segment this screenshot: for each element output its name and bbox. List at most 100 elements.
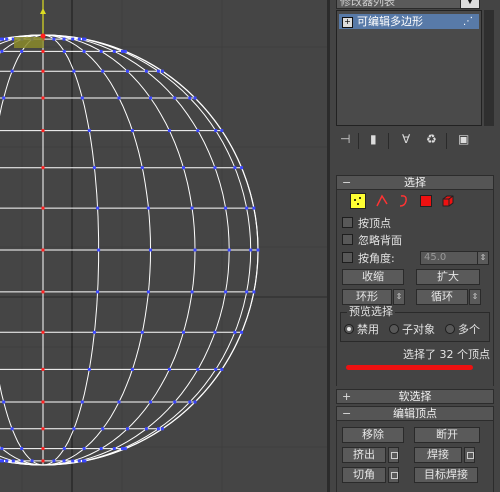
- vertex-point: [10, 69, 14, 73]
- shrink-button[interactable]: 收缩: [342, 269, 404, 285]
- polygon-mode-icon[interactable]: [420, 195, 432, 207]
- by-angle-label: 按角度:: [358, 252, 395, 265]
- vertex-point: [112, 49, 116, 53]
- vertex-point: [123, 447, 127, 451]
- weld-button[interactable]: 焊接: [414, 447, 462, 463]
- vertex-point: [62, 37, 66, 41]
- edge-mode-icon[interactable]: [374, 193, 390, 209]
- preview-off-radio[interactable]: [344, 324, 354, 334]
- element-mode-icon[interactable]: [440, 193, 456, 209]
- vertex-point: [227, 248, 231, 252]
- remove-modifier-icon[interactable]: ♻: [426, 132, 437, 146]
- edit-vertices-rollout-header[interactable]: − 编辑顶点: [336, 406, 494, 421]
- break-button[interactable]: 断开: [414, 427, 480, 443]
- remove-button[interactable]: 移除: [342, 427, 404, 443]
- chamfer-button[interactable]: 切角: [342, 467, 386, 483]
- vertex-point: [92, 166, 96, 170]
- by-angle-option[interactable]: 按角度:: [342, 252, 395, 266]
- vertex-point: [82, 447, 86, 451]
- soft-selection-title: 软选择: [398, 390, 432, 403]
- vertex-point: [213, 166, 217, 170]
- vertex-point: [77, 37, 81, 41]
- extrude-settings-icon[interactable]: [388, 447, 399, 463]
- preview-subobject-option[interactable]: 子对象: [389, 323, 435, 337]
- ring-spinner-icon[interactable]: ⇕: [393, 289, 405, 305]
- vertex-point: [83, 459, 87, 463]
- ignore-backfacing-option[interactable]: 忽略背面: [342, 234, 402, 248]
- vertex-point: [196, 129, 200, 133]
- vertex-point: [144, 69, 148, 73]
- pin-stack-icon[interactable]: ⊣: [340, 132, 350, 146]
- extrude-button[interactable]: 挤出: [342, 447, 386, 463]
- vertex-point: [41, 427, 45, 431]
- vertex-point: [149, 248, 152, 252]
- viewport[interactable]: [0, 0, 327, 492]
- vertex-point: [101, 69, 105, 73]
- loop-spinner-icon[interactable]: ⇕: [469, 289, 481, 305]
- vertex-point: [121, 447, 124, 451]
- make-unique-icon[interactable]: ∀: [402, 132, 410, 146]
- expand-icon[interactable]: +: [342, 16, 353, 28]
- vertex-point: [160, 69, 164, 73]
- spinner-arrows-icon[interactable]: ⇕: [477, 251, 489, 265]
- by-vertex-checkbox[interactable]: [342, 217, 353, 228]
- stack-toolbar: ⊣ ▮ ∀ ♻ ▣: [336, 132, 496, 150]
- stack-scrollbar[interactable]: [484, 10, 494, 126]
- vertex-point: [0, 447, 4, 451]
- vertex-point: [167, 367, 171, 371]
- vertex-point: [156, 427, 160, 431]
- collapse-icon: −: [342, 176, 352, 189]
- vertex-point: [101, 427, 105, 431]
- chamfer-settings-icon[interactable]: [388, 467, 399, 483]
- preview-multi-option[interactable]: 多个: [445, 323, 480, 337]
- vertex-point: [190, 206, 194, 210]
- vertex-point: [224, 290, 228, 294]
- modifier-stack[interactable]: + 可编辑多边形 ⋰: [336, 10, 482, 126]
- collapse-icon: −: [342, 407, 352, 420]
- vertex-point: [224, 206, 228, 210]
- vertex-point: [52, 37, 56, 41]
- by-vertex-option[interactable]: 按顶点: [342, 217, 391, 231]
- vertex-point: [156, 69, 160, 73]
- preview-off-option[interactable]: 禁用: [344, 323, 379, 337]
- grow-button[interactable]: 扩大: [416, 269, 480, 285]
- border-mode-icon[interactable]: [396, 193, 412, 209]
- vertex-mode-icon[interactable]: [350, 193, 366, 209]
- vertex-point: [214, 129, 218, 133]
- configure-sets-icon[interactable]: ▣: [458, 132, 469, 146]
- modifier-list-dropdown[interactable]: 修改器列表: [336, 0, 476, 9]
- vertex-point: [213, 330, 217, 334]
- vertex-point: [240, 166, 244, 170]
- by-angle-checkbox[interactable]: [342, 252, 353, 263]
- vertex-point: [20, 447, 24, 451]
- vertex-point: [173, 400, 177, 404]
- vertex-point: [2, 400, 6, 404]
- selection-status: 选择了 32 个顶点: [403, 348, 490, 361]
- preview-selection-group: 预览选择 禁用 子对象 多个: [340, 306, 490, 342]
- vertex-point: [41, 248, 45, 252]
- expand-icon: +: [342, 390, 352, 403]
- vertex-point: [188, 400, 192, 404]
- show-end-result-icon[interactable]: ▮: [370, 132, 377, 146]
- vertex-point: [41, 290, 45, 294]
- preview-subobject-radio[interactable]: [389, 324, 399, 334]
- loop-button[interactable]: 循环: [416, 289, 468, 305]
- target-weld-button[interactable]: 目标焊接: [414, 467, 478, 483]
- selection-rollout-header[interactable]: − 选择: [336, 175, 494, 190]
- ignore-backfacing-checkbox[interactable]: [342, 234, 353, 245]
- weld-settings-icon[interactable]: [464, 447, 475, 463]
- vertex-point: [249, 248, 253, 252]
- stack-item-editable-poly[interactable]: + 可编辑多边形 ⋰: [339, 14, 479, 29]
- preview-subobject-label: 子对象: [402, 323, 435, 336]
- ring-button[interactable]: 环形: [342, 289, 392, 305]
- toolbar-divider: [388, 133, 389, 149]
- vertex-point: [193, 400, 197, 404]
- preview-multi-radio[interactable]: [445, 324, 455, 334]
- preview-off-label: 禁用: [357, 323, 379, 336]
- vertex-point: [62, 459, 66, 463]
- vertex-point: [123, 49, 127, 53]
- vertex-point: [41, 400, 45, 404]
- sphere-wireframe: [0, 0, 327, 492]
- chevron-down-icon[interactable]: ▼: [460, 0, 480, 9]
- soft-selection-rollout-header[interactable]: + 软选择: [336, 389, 494, 404]
